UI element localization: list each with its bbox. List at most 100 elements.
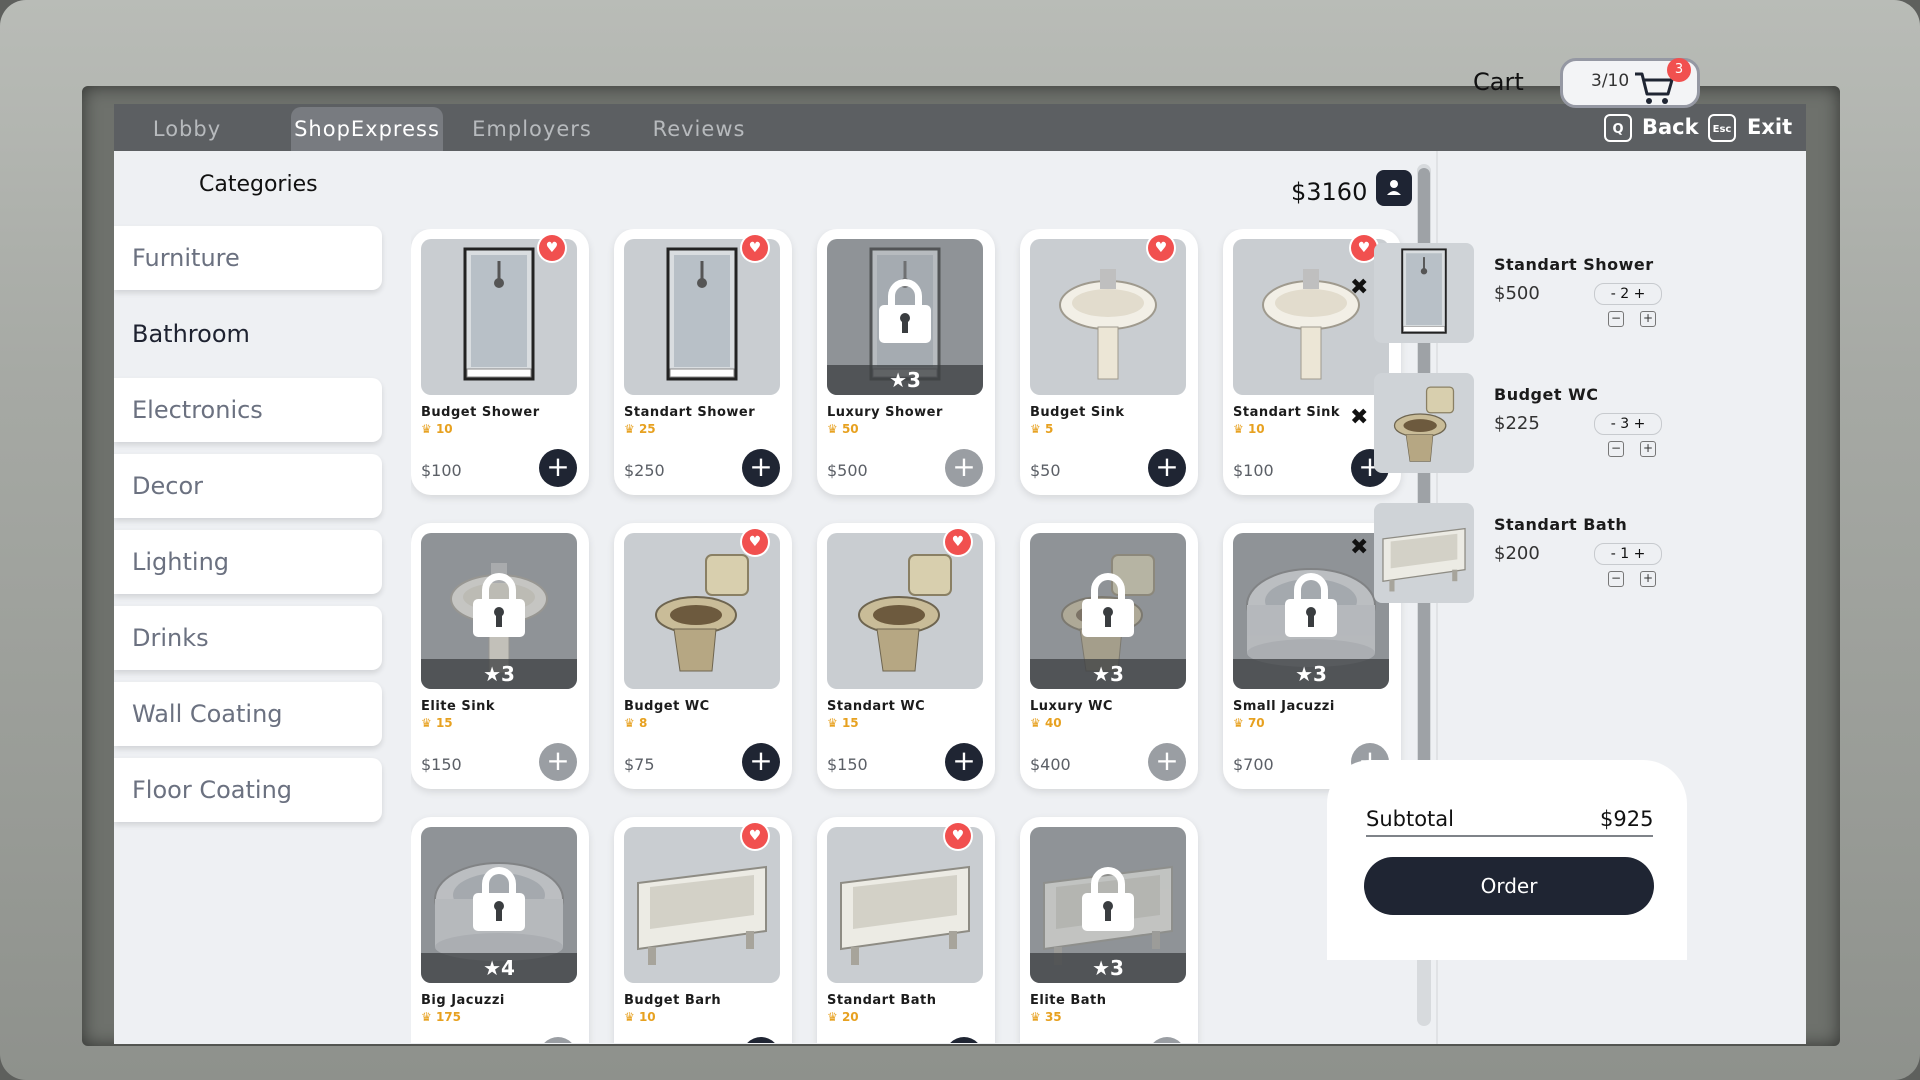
product-card[interactable]: ♥ Standart Shower ♛ 25 $250 +	[614, 229, 792, 495]
top-nav-bar: Lobby ShopExpress Employers Reviews Q Ba…	[114, 104, 1806, 151]
back-button[interactable]: Back	[1642, 104, 1699, 151]
product-card[interactable]: ★3 Luxury WC ♛ 40 $400 +	[1020, 523, 1198, 789]
product-card[interactable]: ★3 Elite Sink ♛ 15 $150 +	[411, 523, 589, 789]
star-requirement: ★3	[1233, 659, 1389, 689]
category-decor[interactable]: Decor	[114, 454, 382, 518]
remove-item-icon[interactable]: ✖	[1350, 535, 1368, 560]
product-level: ♛ 8	[624, 716, 647, 730]
favorite-heart-icon[interactable]: ♥	[742, 235, 768, 261]
product-level-value: 15	[841, 716, 859, 730]
add-to-cart-button[interactable]: +	[1148, 1037, 1186, 1043]
product-level-value: 25	[638, 422, 656, 436]
favorite-heart-icon[interactable]: ♥	[945, 529, 971, 555]
category-drinks[interactable]: Drinks	[114, 606, 382, 670]
decrease-quantity-button[interactable]: −	[1608, 571, 1624, 587]
category-electronics[interactable]: Electronics	[114, 378, 382, 442]
product-card[interactable]: ★3 Elite Bath ♛ 35 +	[1020, 817, 1198, 1043]
favorite-heart-icon[interactable]: ♥	[742, 529, 768, 555]
add-to-cart-button[interactable]: +	[539, 449, 577, 487]
add-to-cart-button[interactable]: +	[539, 1037, 577, 1043]
product-card[interactable]: ★3 Luxury Shower ♛ 50 $500 +	[817, 229, 995, 495]
add-to-cart-button[interactable]: +	[945, 1037, 983, 1043]
cart-item: ✖ Budget WC $225 - 3 + − +	[1350, 373, 1680, 473]
order-button[interactable]: Order	[1364, 857, 1654, 915]
crown-icon: ♛	[1030, 716, 1045, 730]
crown-icon: ♛	[1030, 1010, 1045, 1024]
q-key-icon: Q	[1604, 114, 1632, 142]
product-thumbnail: ★3	[827, 239, 983, 395]
product-card[interactable]: ♥ Budget WC ♛ 8 $75 +	[614, 523, 792, 789]
tab-lobby[interactable]: Lobby	[128, 107, 246, 151]
bathtub-icon	[624, 827, 780, 983]
increase-quantity-button[interactable]: +	[1640, 441, 1656, 457]
add-to-cart-button[interactable]: +	[539, 743, 577, 781]
product-level: ♛ 70	[1233, 716, 1265, 730]
product-thumbnail	[624, 827, 780, 983]
product-price: $400	[1030, 755, 1071, 774]
product-name: Elite Sink	[421, 699, 496, 714]
lock-icon	[1285, 573, 1337, 637]
crown-icon: ♛	[827, 716, 842, 730]
crown-icon: ♛	[827, 1010, 842, 1024]
decrease-quantity-button[interactable]: −	[1608, 311, 1624, 327]
category-floor-coating[interactable]: Floor Coating	[114, 758, 382, 822]
quantity-stepper[interactable]: - 1 +	[1594, 543, 1662, 565]
add-to-cart-button[interactable]: +	[1148, 743, 1186, 781]
profile-button[interactable]	[1376, 170, 1412, 206]
quantity-stepper[interactable]: - 2 +	[1594, 283, 1662, 305]
product-card[interactable]: ♥ Standart WC ♛ 15 $150 +	[817, 523, 995, 789]
add-to-cart-button[interactable]: +	[945, 449, 983, 487]
cart-item: ✖ Standart Bath $200 - 1 + − +	[1350, 503, 1680, 603]
product-card[interactable]: ★4 Big Jacuzzi ♛ 175 +	[411, 817, 589, 1043]
quantity-stepper[interactable]: - 3 +	[1594, 413, 1662, 435]
crown-icon: ♛	[1233, 422, 1248, 436]
product-thumbnail	[624, 533, 780, 689]
add-to-cart-button[interactable]: +	[742, 449, 780, 487]
add-to-cart-button[interactable]: +	[945, 743, 983, 781]
product-price: $50	[1030, 461, 1061, 480]
crown-icon: ♛	[1030, 422, 1045, 436]
category-lighting[interactable]: Lighting	[114, 530, 382, 594]
crown-icon: ♛	[421, 716, 436, 730]
remove-item-icon[interactable]: ✖	[1350, 275, 1368, 300]
lock-icon	[879, 279, 931, 343]
remove-item-icon[interactable]: ✖	[1350, 405, 1368, 430]
add-to-cart-button[interactable]: +	[1148, 449, 1186, 487]
product-card[interactable]: ♥ Budget Barh ♛ 10 +	[614, 817, 792, 1043]
toilet-icon	[624, 533, 780, 689]
product-name: Standart Bath	[827, 993, 937, 1008]
lock-icon	[1082, 867, 1134, 931]
bathtub-icon	[1374, 503, 1474, 603]
product-thumbnail	[827, 533, 983, 689]
category-bathroom[interactable]: Bathroom	[114, 302, 382, 366]
decrease-quantity-button[interactable]: −	[1608, 441, 1624, 457]
lock-icon	[473, 573, 525, 637]
favorite-heart-icon[interactable]: ♥	[742, 823, 768, 849]
increase-quantity-button[interactable]: +	[1640, 571, 1656, 587]
favorite-heart-icon[interactable]: ♥	[539, 235, 565, 261]
increase-quantity-button[interactable]: +	[1640, 311, 1656, 327]
cart-item-name: Budget WC	[1494, 385, 1599, 404]
crown-icon: ♛	[421, 422, 436, 436]
category-furniture[interactable]: Furniture	[114, 226, 382, 290]
tab-reviews[interactable]: Reviews	[634, 107, 764, 151]
product-name: Small Jacuzzi	[1233, 699, 1335, 714]
favorite-heart-icon[interactable]: ♥	[945, 823, 971, 849]
favorite-heart-icon[interactable]: ♥	[1148, 235, 1174, 261]
tab-employers[interactable]: Employers	[457, 107, 607, 151]
exit-button[interactable]: Exit	[1747, 104, 1792, 151]
add-to-cart-button[interactable]: +	[742, 743, 780, 781]
product-level-value: 50	[841, 422, 859, 436]
product-level: ♛ 10	[624, 1010, 656, 1024]
product-card[interactable]: ♥ Standart Bath ♛ 20 +	[817, 817, 995, 1043]
product-level: ♛ 5	[1030, 422, 1053, 436]
product-card[interactable]: ♥ Budget Sink ♛ 5 $50 +	[1020, 229, 1198, 495]
cart-title: Cart	[1473, 68, 1524, 96]
product-name: Budget Sink	[1030, 405, 1125, 420]
category-wall-coating[interactable]: Wall Coating	[114, 682, 382, 746]
add-to-cart-button[interactable]: +	[742, 1037, 780, 1043]
product-level: ♛ 50	[827, 422, 859, 436]
tab-shopexpress[interactable]: ShopExpress	[291, 107, 443, 151]
product-card[interactable]: ♥ Budget Shower ♛ 10 $100 +	[411, 229, 589, 495]
product-thumbnail	[827, 827, 983, 983]
